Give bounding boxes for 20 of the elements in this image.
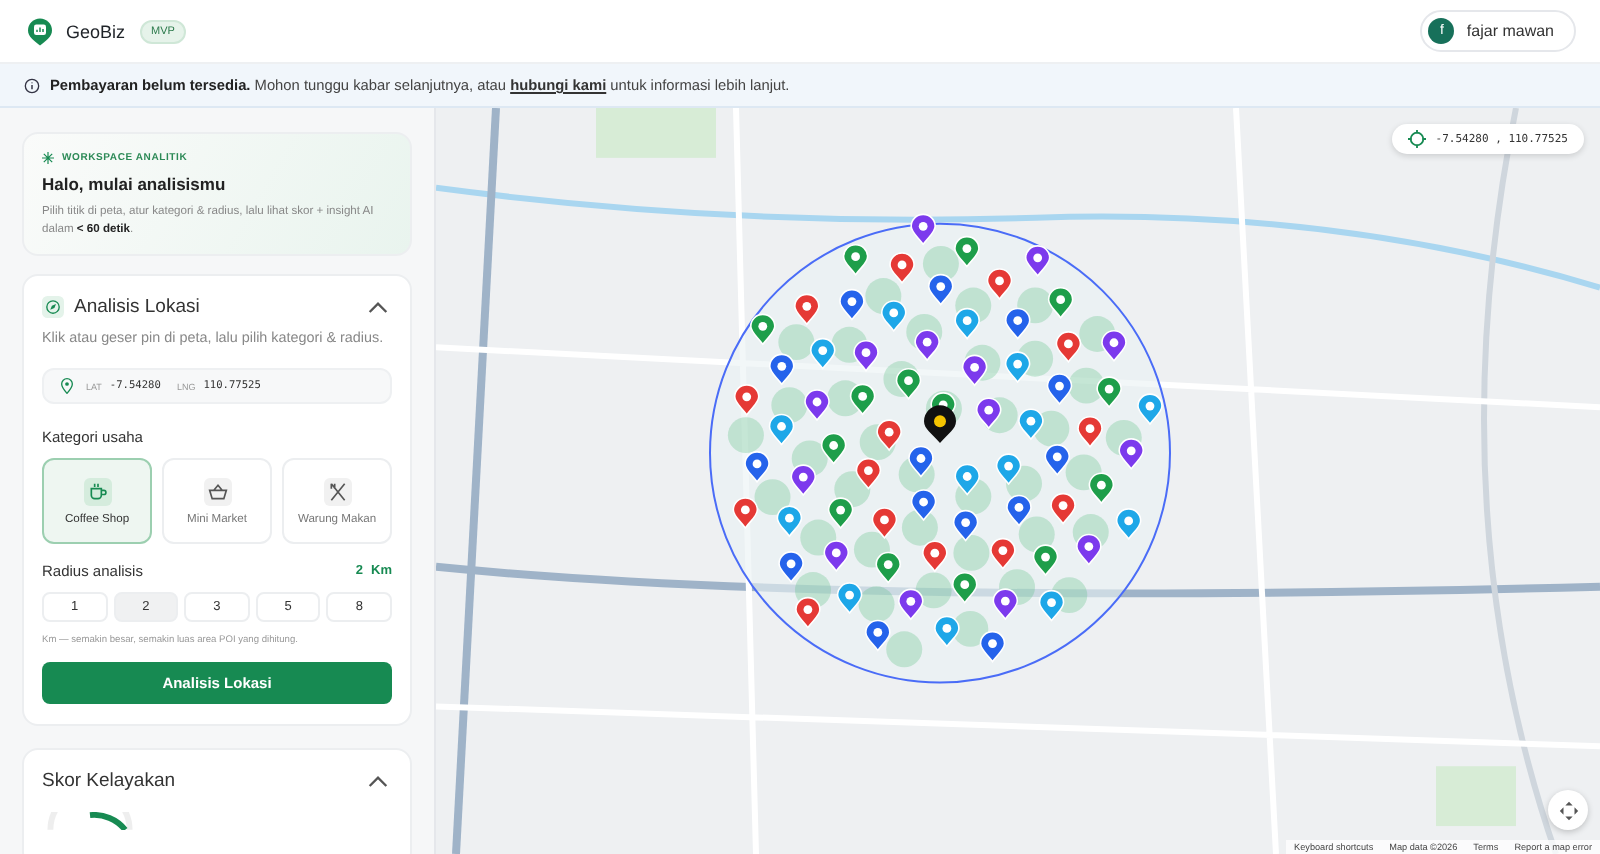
crosshair-icon <box>1407 130 1426 148</box>
collapse-button[interactable] <box>364 774 392 789</box>
gauge-drawing <box>46 812 134 831</box>
compass-icon <box>42 296 64 319</box>
cup-icon <box>87 481 107 502</box>
app-name: GeoBiz <box>66 21 126 41</box>
info-icon <box>24 77 40 93</box>
pin-icon <box>60 378 74 395</box>
chevron-icon <box>368 300 388 315</box>
logo-icon <box>28 17 52 45</box>
welcome-title: Halo, mulai analisismu <box>42 174 228 194</box>
map-drawing[interactable] <box>436 108 1600 854</box>
basket-icon <box>207 481 227 502</box>
panel-title: Analisis Lokasi <box>74 296 202 319</box>
utensils-icon <box>327 481 347 502</box>
chevron-icon <box>368 774 388 789</box>
panel-title: Skor Kelayakan <box>42 770 178 793</box>
collapse-button[interactable] <box>364 300 392 315</box>
sparkle-icon <box>42 152 54 164</box>
move-arrows-icon <box>1557 799 1579 821</box>
